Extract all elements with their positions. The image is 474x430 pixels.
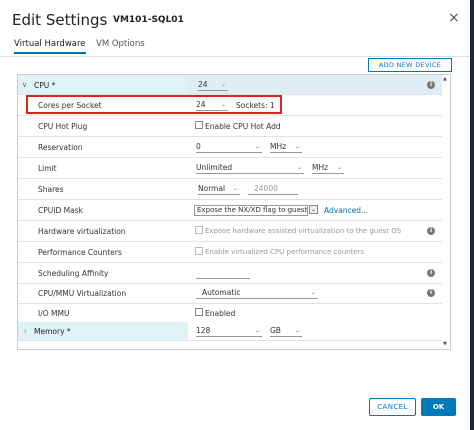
shares-row: Shares Normal ⌄ 24000 bbox=[18, 180, 442, 200]
reservation-unit-select[interactable]: MHz ⌄ bbox=[270, 141, 302, 153]
cpu-hot-plug-row: CPU Hot Plug Enable CPU Hot Add bbox=[18, 117, 442, 137]
tab-virtual-hardware[interactable]: Virtual Hardware bbox=[14, 39, 86, 54]
io-mmu-checkbox[interactable] bbox=[195, 308, 203, 316]
cpu-hot-add-checkbox[interactable] bbox=[195, 121, 203, 129]
scroll-up-icon[interactable]: ▲ bbox=[443, 76, 447, 82]
scheduling-affinity-row: Scheduling Affinity i bbox=[18, 264, 442, 284]
reservation-row: Reservation 0 ⌄ MHz ⌄ bbox=[18, 138, 442, 158]
chevron-down-icon: ⌄ bbox=[254, 143, 260, 150]
performance-counters-row: Performance Counters Enable virtualized … bbox=[18, 243, 442, 263]
dialog-title: Edit Settings bbox=[12, 11, 108, 29]
chevron-down-icon: ⌄ bbox=[336, 164, 342, 171]
shares-level-select[interactable]: Normal ⌄ bbox=[198, 183, 240, 195]
scheduling-affinity-input[interactable] bbox=[196, 267, 250, 279]
hardware-virtualization-label: Hardware virtualization bbox=[38, 227, 126, 236]
ok-button[interactable]: OK bbox=[421, 398, 456, 416]
cpu-count-select[interactable]: 24 ⌄ bbox=[198, 79, 228, 91]
edit-settings-dialog: Edit Settings VM101-SQL01 × Virtual Hard… bbox=[0, 0, 474, 430]
performance-counters-label: Performance Counters bbox=[38, 248, 122, 257]
memory-unit-select[interactable]: GB ⌄ bbox=[270, 325, 302, 337]
chevron-down-icon: ⌄ bbox=[294, 327, 300, 334]
reservation-input[interactable]: 0 ⌄ bbox=[196, 141, 262, 153]
info-icon[interactable]: i bbox=[427, 227, 435, 235]
chevron-down-icon: ⌄ bbox=[294, 143, 300, 150]
hardware-virtualization-text: Expose hardware assisted virtualization … bbox=[205, 227, 402, 235]
cancel-button[interactable]: CANCEL bbox=[369, 398, 416, 416]
limit-label: Limit bbox=[38, 164, 57, 173]
limit-unit-select[interactable]: MHz ⌄ bbox=[312, 162, 344, 174]
cpuid-mask-row: CPUID Mask Expose the NX/XD flag to gues… bbox=[18, 201, 442, 221]
scheduling-affinity-label: Scheduling Affinity bbox=[38, 269, 109, 278]
cpu-mmu-virtualization-row: CPU/MMU Virtualization Automatic ⌄ i bbox=[18, 284, 442, 304]
close-icon[interactable]: × bbox=[448, 10, 460, 26]
performance-counters-text: Enable virtualized CPU performance count… bbox=[205, 248, 365, 256]
io-mmu-text: Enabled bbox=[205, 309, 236, 318]
chevron-down-icon: ⌄ bbox=[310, 289, 316, 296]
chevron-down-icon: ⌄ bbox=[254, 327, 260, 334]
tab-vm-options[interactable]: VM Options bbox=[96, 39, 145, 49]
cpu-label: CPU * bbox=[34, 81, 56, 90]
memory-size-input[interactable]: 128 ⌄ bbox=[196, 325, 262, 337]
cpu-mmu-virtualization-select[interactable]: Automatic ⌄ bbox=[196, 287, 318, 299]
cpu-mmu-virtualization-label: CPU/MMU Virtualization bbox=[38, 289, 127, 298]
performance-counters-checkbox[interactable] bbox=[195, 247, 203, 255]
cpuid-mask-select[interactable]: Expose the NX/XD flag to guest bbox=[194, 205, 308, 216]
info-icon[interactable]: i bbox=[427, 81, 435, 89]
reservation-label: Reservation bbox=[38, 143, 83, 152]
cpuid-mask-label: CPUID Mask bbox=[38, 206, 83, 215]
hardware-virtualization-row: Hardware virtualization Expose hardware … bbox=[18, 222, 442, 242]
shares-label: Shares bbox=[38, 185, 64, 194]
chevron-down-icon: ⌄ bbox=[232, 185, 238, 192]
expand-icon[interactable]: › bbox=[24, 327, 27, 335]
chevron-down-icon: ⌄ bbox=[220, 81, 226, 88]
memory-row[interactable]: › Memory * 128 ⌄ GB ⌄ bbox=[18, 322, 442, 341]
limit-row: Limit Unlimited ⌄ MHz ⌄ bbox=[18, 159, 442, 179]
info-icon[interactable]: i bbox=[427, 289, 435, 297]
collapse-icon[interactable]: ∨ bbox=[22, 81, 27, 89]
vm-name: VM101-SQL01 bbox=[113, 15, 184, 25]
scroll-down-icon[interactable]: ▼ bbox=[443, 341, 447, 347]
chevron-down-icon[interactable]: ⌄ bbox=[309, 205, 318, 214]
cpu-row[interactable]: ∨ CPU * 24 ⌄ i bbox=[18, 75, 442, 95]
cpu-hot-plug-label: CPU Hot Plug bbox=[38, 122, 88, 131]
shares-value-input[interactable]: 24000 bbox=[248, 183, 298, 195]
io-mmu-row: I/O MMU Enabled bbox=[18, 304, 442, 324]
window-edge bbox=[470, 0, 474, 430]
io-mmu-label: I/O MMU bbox=[38, 309, 70, 318]
info-icon[interactable]: i bbox=[427, 269, 435, 277]
limit-input[interactable]: Unlimited ⌄ bbox=[196, 162, 304, 174]
add-new-device-button[interactable]: ADD NEW DEVICE bbox=[368, 58, 452, 72]
cpu-hot-add-label: Enable CPU Hot Add bbox=[205, 122, 281, 131]
highlight-box bbox=[26, 95, 282, 114]
hardware-virtualization-checkbox[interactable] bbox=[195, 226, 203, 234]
chevron-down-icon: ⌄ bbox=[296, 164, 302, 171]
tab-divider bbox=[0, 56, 470, 57]
cpuid-advanced-link[interactable]: Advanced... bbox=[324, 206, 368, 215]
memory-label: Memory * bbox=[34, 327, 71, 336]
